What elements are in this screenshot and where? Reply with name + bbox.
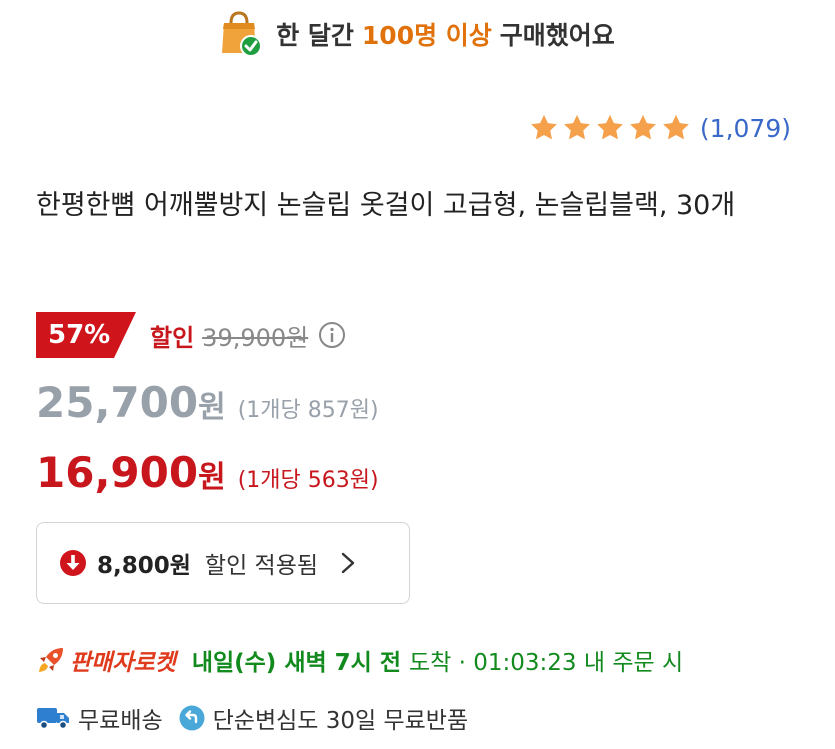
arrow-down-circle-icon: [60, 550, 86, 576]
truck-icon: [37, 708, 69, 730]
delivery-info: 판매자로켓 내일(수) 새벽 7시 전 도착 · 01:03:23 내 주문 시: [36, 640, 683, 680]
chevron-right-icon: [341, 552, 355, 574]
rating-row[interactable]: (1,079): [529, 108, 791, 148]
star-icon: [597, 114, 623, 140]
banner-suffix: 구매했어요: [499, 21, 615, 50]
discount-row: 57% 할인 39,900원: [36, 312, 346, 358]
discount-label: 할인: [150, 323, 195, 352]
list-price-amount: 25,700: [36, 378, 199, 427]
rocket-icon: [39, 648, 63, 672]
coupon-text: 할인 적용됨: [204, 553, 319, 579]
final-price-amount: 16,900: [36, 448, 199, 497]
shopping-bag-check-icon: [220, 11, 263, 57]
list-price: 25,700 원 (1개당 857원): [36, 378, 379, 432]
original-price: 39,900원: [202, 323, 309, 352]
final-price: 16,900 원 (1개당 563원): [36, 448, 379, 502]
free-shipping-label: 무료배송: [78, 708, 163, 734]
star-icon: [531, 114, 557, 140]
return-icon: [179, 705, 205, 731]
info-icon[interactable]: [318, 321, 346, 349]
return-policy-label: 단순변심도 30일 무료반품: [212, 708, 469, 734]
star-icon: [630, 114, 656, 140]
banner-prefix: 한 달간: [276, 21, 354, 50]
product-title: 한평한뼘 어깨뿔방지 논슬립 옷걸이 고급형, 논슬립블랙, 30개: [36, 190, 736, 221]
review-count-link[interactable]: (1,079): [700, 114, 791, 143]
delivery-detail: 도착 · 01:03:23 내 주문 시: [408, 650, 684, 676]
delivery-eta: 내일(수) 새벽 7시 전: [191, 650, 401, 676]
purchase-banner: 한 달간 100명 이상 구매했어요: [0, 0, 835, 68]
list-unit-price: (1개당 857원): [237, 398, 379, 423]
discount-badge: 57%: [36, 312, 136, 358]
rocket-brand-label: 판매자로켓: [70, 650, 176, 676]
shipping-info: 무료배송 단순변심도 30일 무료반품: [36, 698, 468, 738]
final-unit-price: (1개당 563원): [237, 468, 379, 493]
star-icon: [564, 114, 590, 140]
coupon-amount: 8,800원: [97, 553, 191, 579]
final-price-currency: 원: [198, 460, 226, 495]
star-icon: [663, 114, 689, 140]
list-price-currency: 원: [198, 390, 226, 425]
coupon-discount-button[interactable]: 8,800원 할인 적용됨: [36, 522, 410, 604]
banner-highlight: 100명 이상: [361, 21, 492, 50]
